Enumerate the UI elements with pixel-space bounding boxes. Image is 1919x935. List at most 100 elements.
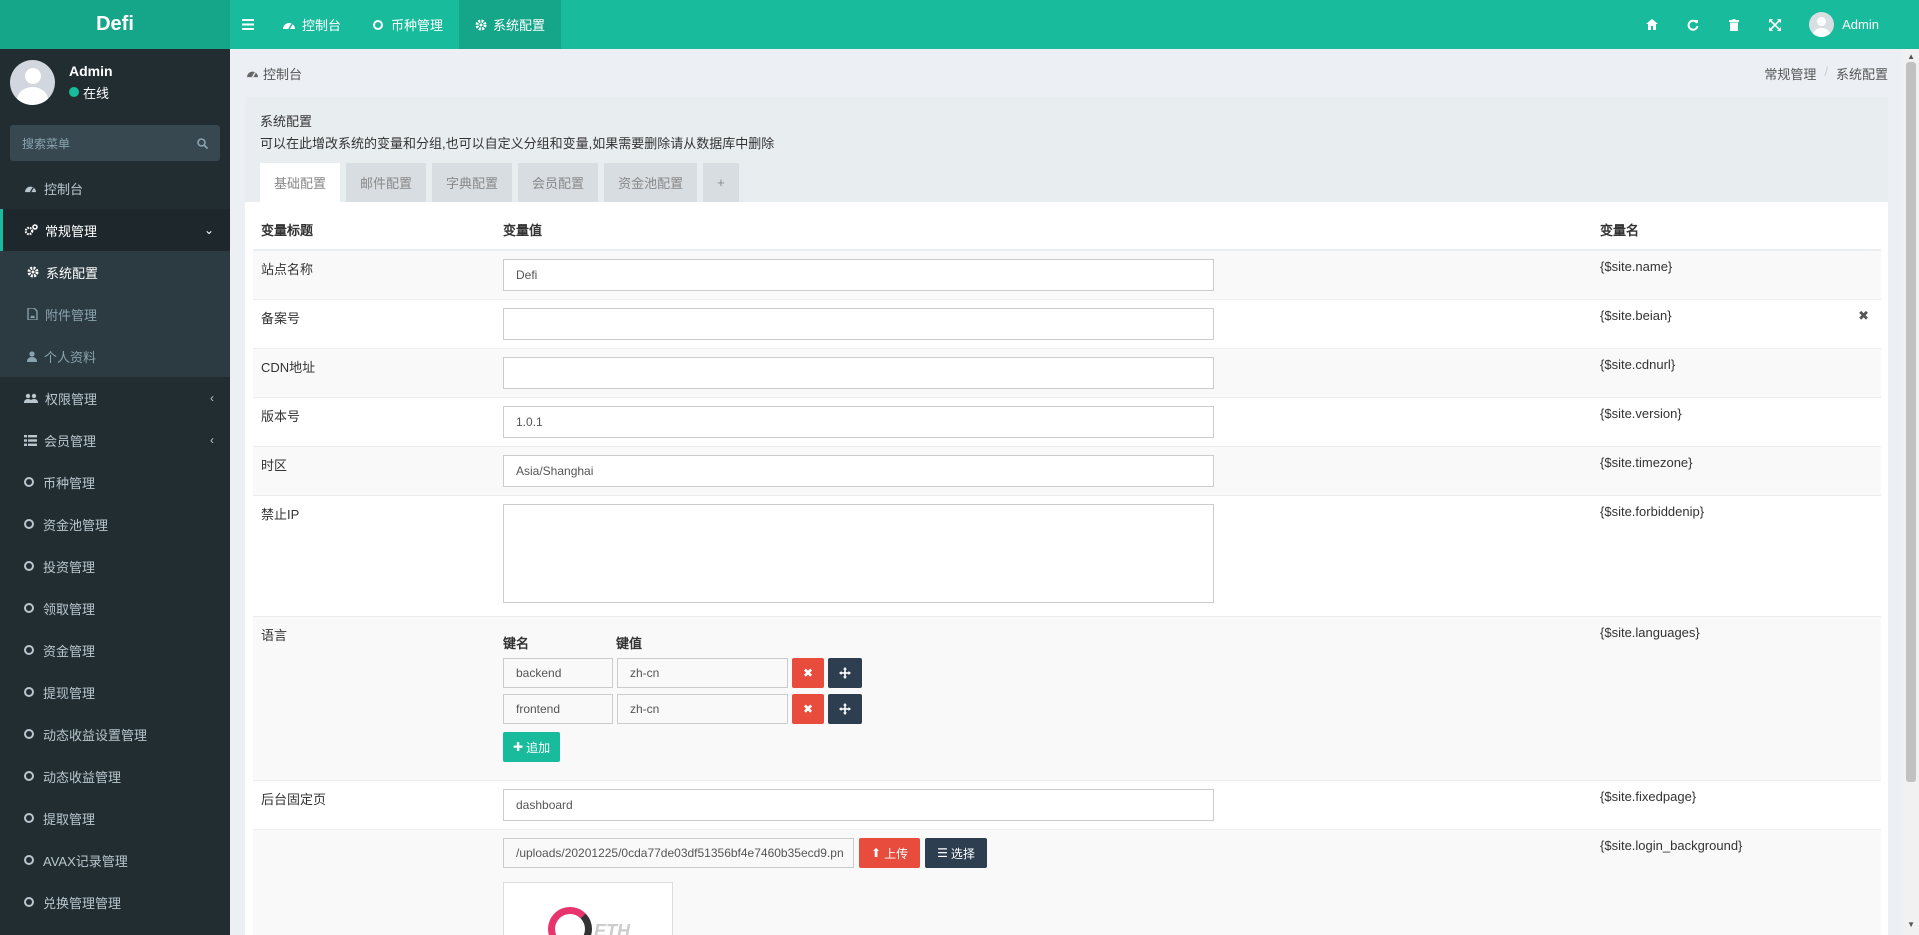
row-variable: {$site.languages} bbox=[1592, 616, 1881, 781]
remove-pair-button[interactable]: ✖ bbox=[792, 694, 824, 724]
upload-button[interactable]: ⬆ 上传 bbox=[859, 838, 921, 868]
background-thumbnail[interactable]: ETH bbox=[503, 882, 673, 935]
sidebar-item-avax[interactable]: AVAX记录管理 bbox=[0, 839, 230, 881]
sidebar-item-coin[interactable]: 币种管理 bbox=[0, 461, 230, 503]
circle-icon bbox=[24, 477, 34, 487]
language-key-input[interactable]: frontend bbox=[503, 694, 613, 724]
table-header-row: 变量标题 变量值 变量名 bbox=[253, 210, 1881, 251]
language-value-input[interactable]: zh-cn bbox=[617, 658, 788, 688]
table-row: 时区 Asia/Shanghai {$site.timezone} bbox=[253, 446, 1881, 496]
sidebar-item-exchange[interactable]: 兑换管理管理 bbox=[0, 881, 230, 923]
refresh-button[interactable] bbox=[1672, 19, 1713, 31]
column-header: 变量名 bbox=[1592, 210, 1881, 251]
home-button[interactable] bbox=[1631, 19, 1672, 30]
add-tab-button[interactable]: + bbox=[703, 163, 739, 202]
scroll-up-arrow-icon[interactable]: ▲ bbox=[1907, 52, 1915, 61]
tab-system-config-label: 系统配置 bbox=[493, 18, 546, 33]
beian-input[interactable] bbox=[503, 308, 1214, 340]
topbar-username: Admin bbox=[1842, 17, 1879, 32]
app-logo[interactable]: Defi bbox=[0, 0, 230, 49]
forbidden-ip-textarea[interactable] bbox=[503, 504, 1214, 603]
sidebar-item-profile[interactable]: 个人资料 bbox=[0, 335, 230, 377]
group-icon bbox=[24, 393, 38, 403]
drag-pair-button[interactable] bbox=[828, 694, 862, 724]
row-title: 站点名称 bbox=[253, 250, 495, 300]
table-row: /uploads/20201225/0cda77de03df51356bf4e7… bbox=[253, 829, 1881, 935]
menu-toggle-button[interactable] bbox=[230, 0, 266, 49]
breadcrumb-item[interactable]: 常规管理 bbox=[1764, 64, 1816, 83]
sidebar-item-extract[interactable]: 提取管理 bbox=[0, 797, 230, 839]
sidebar-item-funds[interactable]: 资金管理 bbox=[0, 629, 230, 671]
thumbnail-logo bbox=[548, 907, 592, 935]
sidebar-item-claim[interactable]: 领取管理 bbox=[0, 587, 230, 629]
sidebar-item-general[interactable]: 常规管理 ⌄ bbox=[0, 209, 230, 251]
fullscreen-icon bbox=[1768, 18, 1781, 31]
list-icon: ☰ bbox=[937, 846, 948, 860]
list-icon bbox=[24, 434, 37, 446]
delete-row-icon[interactable]: ✖ bbox=[1858, 308, 1869, 324]
select-button[interactable]: ☰ 选择 bbox=[925, 838, 987, 868]
column-header: 变量值 bbox=[495, 210, 1592, 251]
language-key-input[interactable]: backend bbox=[503, 658, 613, 688]
cogs-icon bbox=[24, 224, 38, 236]
search-icon[interactable] bbox=[197, 137, 208, 149]
tab-email[interactable]: 邮件配置 bbox=[346, 163, 427, 202]
tab-dictionary[interactable]: 字典配置 bbox=[432, 163, 513, 202]
timezone-input[interactable]: Asia/Shanghai bbox=[503, 455, 1214, 487]
circle-icon bbox=[24, 687, 34, 697]
row-variable: {$site.name} bbox=[1592, 250, 1881, 300]
row-title: 后台固定页 bbox=[253, 780, 495, 830]
circle-icon bbox=[24, 729, 34, 739]
chevron-left-icon: ‹ bbox=[210, 433, 214, 447]
config-table: 变量标题 变量值 变量名 站点名称 Defi {$site.name} 备案号 … bbox=[253, 210, 1881, 935]
scrollbar-thumb[interactable] bbox=[1906, 62, 1916, 782]
site-name-input[interactable]: Defi bbox=[503, 259, 1214, 291]
row-variable: {$site.version} bbox=[1592, 397, 1881, 447]
sidebar-item-dynamic-income[interactable]: 动态收益管理 bbox=[0, 755, 230, 797]
login-background-input[interactable]: /uploads/20201225/0cda77de03df51356bf4e7… bbox=[503, 838, 854, 868]
select-label: 选择 bbox=[950, 846, 975, 861]
sidebar-item-dynamic-settings[interactable]: 动态收益设置管理 bbox=[0, 713, 230, 755]
tab-coin-management[interactable]: 币种管理 bbox=[357, 0, 459, 49]
fullscreen-button[interactable] bbox=[1754, 18, 1795, 31]
sidebar-item-fund-pool[interactable]: 资金池管理 bbox=[0, 503, 230, 545]
breadcrumb-separator: / bbox=[1824, 63, 1828, 79]
tab-fund-pool[interactable]: 资金池配置 bbox=[604, 163, 698, 202]
menu-search-input[interactable]: 搜索菜单 bbox=[10, 125, 220, 161]
sidebar-item-attachments[interactable]: 附件管理 bbox=[0, 293, 230, 335]
online-dot-icon bbox=[69, 87, 79, 97]
table-row: CDN地址 {$site.cdnurl} bbox=[253, 348, 1881, 398]
drag-pair-button[interactable] bbox=[828, 658, 862, 688]
circle-icon bbox=[24, 561, 34, 571]
row-variable: {$site.login_background} bbox=[1592, 829, 1881, 935]
append-pair-button[interactable]: ✚ 追加 bbox=[503, 732, 561, 762]
refresh-icon bbox=[1687, 19, 1699, 31]
scroll-down-arrow-icon[interactable]: ▼ bbox=[1907, 920, 1915, 929]
gear-icon bbox=[475, 19, 487, 30]
version-input[interactable]: 1.0.1 bbox=[503, 406, 1214, 438]
tab-dashboard[interactable]: 控制台 bbox=[266, 0, 357, 49]
sidebar-item-investment[interactable]: 投资管理 bbox=[0, 545, 230, 587]
tab-basic[interactable]: 基础配置 bbox=[260, 163, 341, 202]
language-value-input[interactable]: zh-cn bbox=[617, 694, 788, 724]
sidebar-item-auth[interactable]: 权限管理 ‹ bbox=[0, 377, 230, 419]
user-menu[interactable]: Admin bbox=[1795, 12, 1879, 37]
circle-icon bbox=[24, 855, 34, 865]
cdn-url-input[interactable] bbox=[503, 357, 1214, 389]
clear-cache-button[interactable] bbox=[1713, 18, 1754, 31]
user-icon bbox=[27, 350, 37, 362]
tab-member[interactable]: 会员配置 bbox=[518, 163, 599, 202]
remove-pair-button[interactable]: ✖ bbox=[792, 658, 824, 688]
sidebar-item-dashboard[interactable]: 控制台 bbox=[0, 167, 230, 209]
fixed-page-input[interactable]: dashboard bbox=[503, 789, 1214, 821]
dashboard-icon bbox=[25, 186, 36, 193]
key-header: 键名 bbox=[503, 636, 530, 651]
tab-system-config[interactable]: 系统配置 bbox=[459, 0, 562, 49]
row-variable: {$site.timezone} bbox=[1592, 446, 1881, 496]
sidebar-item-system-config[interactable]: 系统配置 bbox=[0, 251, 230, 293]
sidebar-item-member[interactable]: 会员管理 ‹ bbox=[0, 419, 230, 461]
sidebar-item-label: 权限管理 bbox=[45, 391, 98, 407]
sidebar-submenu: 系统配置 附件管理 个人资料 bbox=[0, 251, 230, 377]
sidebar-item-withdraw[interactable]: 提现管理 bbox=[0, 671, 230, 713]
breadcrumb-left[interactable]: 控制台 bbox=[246, 64, 302, 83]
